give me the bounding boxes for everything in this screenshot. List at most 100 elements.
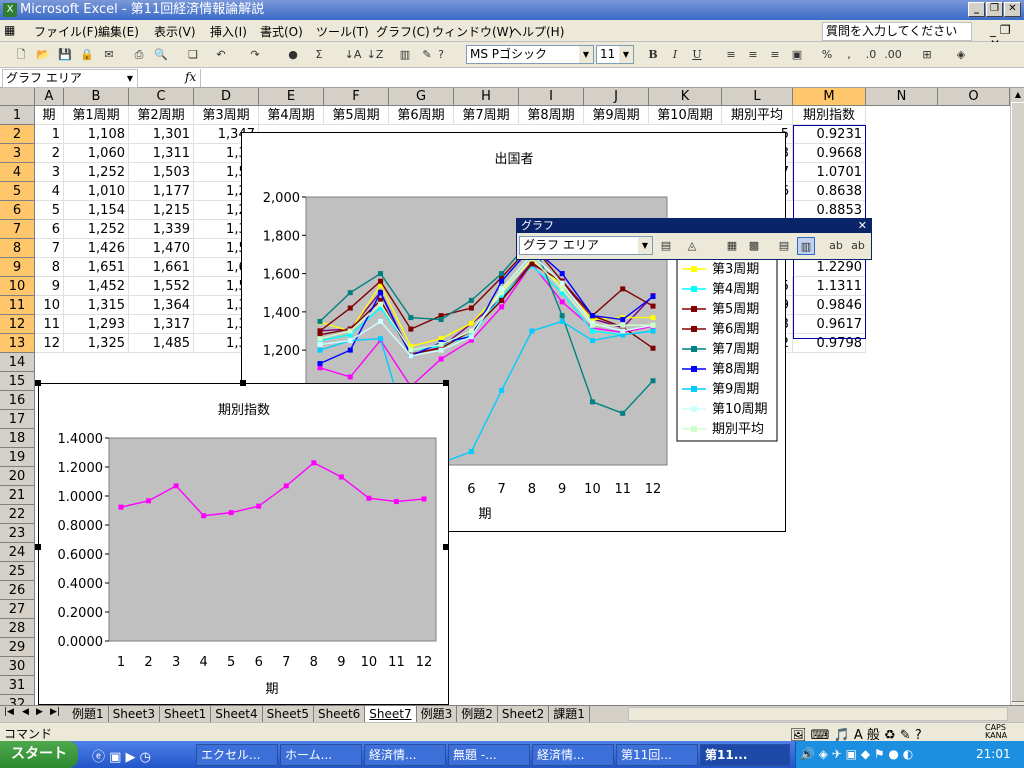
column-header[interactable]: A	[35, 88, 64, 106]
close-button[interactable]: ✕	[1004, 2, 1021, 17]
task-button[interactable]: エクセル...	[196, 744, 278, 766]
data-cell[interactable]: 6	[35, 220, 64, 239]
data-cell[interactable]: 10	[35, 296, 64, 315]
underline-button[interactable]: U	[688, 46, 706, 64]
data-cell[interactable]: 1,426	[64, 239, 129, 258]
column-header[interactable]: G	[389, 88, 454, 106]
data-cell[interactable]: 1	[35, 125, 64, 144]
header-cell[interactable]: 第7周期	[454, 106, 519, 125]
data-cell[interactable]: 1,325	[64, 334, 129, 353]
data-cell[interactable]: 8	[35, 258, 64, 277]
decrease-decimal-icon[interactable]: .00	[884, 46, 902, 64]
data-cell[interactable]: 1,060	[64, 144, 129, 163]
header-cell[interactable]: 第1周期	[64, 106, 129, 125]
column-header[interactable]: O	[938, 88, 1010, 106]
row-header[interactable]: 25	[0, 562, 35, 581]
data-cell[interactable]: 1,470	[129, 239, 194, 258]
header-cell[interactable]: 第9周期	[584, 106, 649, 125]
task-button[interactable]: 経済情...	[364, 744, 446, 766]
data-cell[interactable]: 12	[35, 334, 64, 353]
print-icon[interactable]: ⎙	[130, 46, 148, 64]
chart-period-index[interactable]: 期別指数 1.4000 1.2000 1.0000 0.8000 0.6000 0.4000…	[38, 383, 449, 705]
chart-wizard-icon[interactable]: ▥	[396, 46, 414, 64]
quicklaunch-icons[interactable]: ⓔ ▣ ▶ ◷	[92, 746, 151, 765]
data-cell[interactable]: 1,552	[129, 277, 194, 296]
column-header[interactable]: N	[866, 88, 938, 106]
data-cell[interactable]: 1,339	[129, 220, 194, 239]
data-cell[interactable]: 1,503	[129, 163, 194, 182]
row-header[interactable]: 14	[0, 353, 35, 372]
chart-toolbar-titlebar[interactable]: グラフ ✕	[517, 219, 871, 233]
excel-app-icon[interactable]: X	[3, 3, 17, 17]
header-cell[interactable]: 期別指数	[793, 106, 866, 125]
row-header[interactable]: 22	[0, 505, 35, 524]
legend-icon[interactable]: ▦	[723, 237, 741, 255]
header-cell[interactable]: 第8周期	[519, 106, 584, 125]
sheet-tab[interactable]: Sheet2	[498, 706, 550, 722]
ask-question-input[interactable]: 質問を入力してください	[822, 22, 972, 41]
data-cell[interactable]: 1,252	[64, 163, 129, 182]
select-all-corner[interactable]	[0, 88, 35, 106]
data-cell[interactable]: 1,293	[64, 315, 129, 334]
header-cell[interactable]: 期別平均	[722, 106, 793, 125]
chart-handle-tr[interactable]	[443, 380, 449, 386]
align-right-icon[interactable]: ≡	[766, 46, 784, 64]
open-icon[interactable]: 📂	[34, 46, 52, 64]
tray-icons[interactable]: 🔊 ◈ ✈ ▣ ◆ ⚑ ● ◐	[800, 741, 913, 768]
sort-desc-icon[interactable]: ↓Z	[366, 46, 384, 64]
format-chart-area-icon[interactable]: ▤	[657, 237, 675, 255]
chart-handle-ml[interactable]	[35, 544, 41, 550]
data-cell[interactable]: 1,010	[64, 182, 129, 201]
scroll-up-icon[interactable]: ▲	[1011, 88, 1024, 102]
sheet-tab[interactable]: Sheet6	[314, 706, 366, 722]
sort-asc-icon[interactable]: ↓A	[344, 46, 362, 64]
row-header[interactable]: 8	[0, 239, 35, 258]
sheet-tab[interactable]: 例題3	[417, 706, 458, 722]
font-size-select[interactable]: 11 ▼	[596, 45, 634, 64]
task-button[interactable]: 無題 -...	[448, 744, 530, 766]
menu-tools[interactable]: ツール(T)	[316, 23, 369, 40]
row-header[interactable]: 27	[0, 600, 35, 619]
row-header[interactable]: 32	[0, 695, 35, 705]
preview-icon[interactable]: 🔍	[152, 46, 170, 64]
row-header[interactable]: 4	[0, 163, 35, 182]
tab-next-icon[interactable]: ▶	[36, 707, 43, 717]
data-cell[interactable]: 1,252	[64, 220, 129, 239]
menu-window[interactable]: ウィンドウ(W)	[432, 23, 513, 40]
task-button[interactable]: ホーム...	[280, 744, 362, 766]
header-cell[interactable]: 第2周期	[129, 106, 194, 125]
chart-handle-mr[interactable]	[443, 544, 449, 550]
new-icon[interactable]: 🗋	[12, 46, 30, 64]
column-header[interactable]: C	[129, 88, 194, 106]
header-cell[interactable]: 期	[35, 106, 64, 125]
percent-icon[interactable]: %	[818, 46, 836, 64]
header-cell[interactable]: 第3周期	[194, 106, 259, 125]
column-header[interactable]: B	[64, 88, 129, 106]
by-column-icon[interactable]: ▥	[797, 237, 815, 255]
sheet-tab[interactable]: Sheet7	[365, 706, 417, 722]
scroll-thumb[interactable]	[1011, 102, 1024, 702]
copy-icon[interactable]: ❏	[184, 46, 202, 64]
menu-view[interactable]: 表示(V)	[154, 23, 196, 40]
data-cell[interactable]: 4	[35, 182, 64, 201]
sheet-tab[interactable]: 課題1	[549, 706, 590, 722]
row-header[interactable]: 5	[0, 182, 35, 201]
task-button[interactable]: 第11回...	[616, 744, 698, 766]
save-icon[interactable]: 💾	[56, 46, 74, 64]
row-header[interactable]: 15	[0, 372, 35, 391]
redo-icon[interactable]: ↷	[246, 46, 264, 64]
data-cell[interactable]: 1,154	[64, 201, 129, 220]
row-header[interactable]: 23	[0, 524, 35, 543]
angle-text-down-icon[interactable]: ab	[827, 237, 845, 255]
row-header[interactable]: 31	[0, 676, 35, 695]
fill-color-icon[interactable]: ◈	[952, 46, 970, 64]
row-header[interactable]: 7	[0, 220, 35, 239]
close-icon[interactable]: ✕	[858, 219, 867, 233]
data-cell[interactable]: 3	[35, 163, 64, 182]
horizontal-scrollbar[interactable]	[628, 707, 1008, 721]
data-cell[interactable]: 1,301	[129, 125, 194, 144]
bold-button[interactable]: B	[644, 46, 662, 64]
row-header[interactable]: 13	[0, 334, 35, 353]
data-cell[interactable]: 2	[35, 144, 64, 163]
email-icon[interactable]: ✉	[100, 46, 118, 64]
